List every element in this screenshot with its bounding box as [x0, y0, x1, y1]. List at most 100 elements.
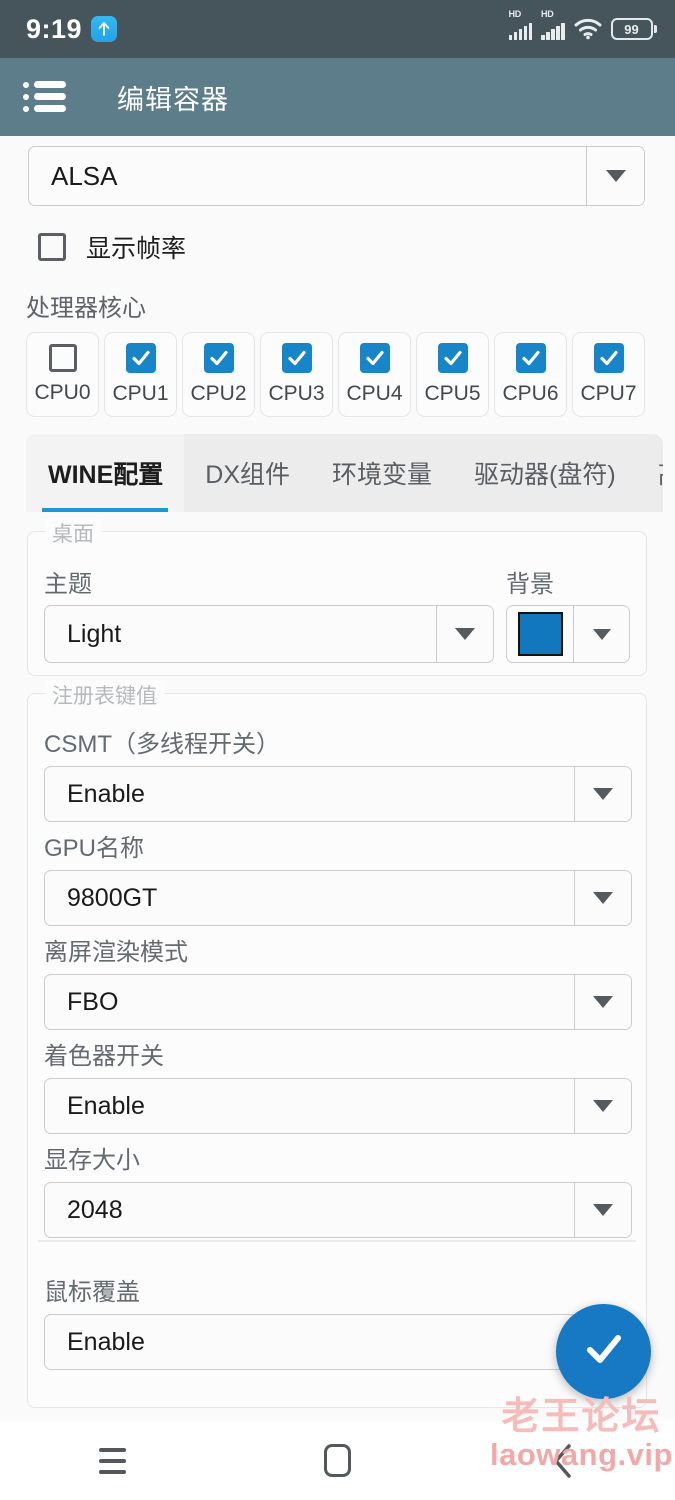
battery-icon: 99	[610, 18, 657, 40]
nav-back-button[interactable]	[518, 1421, 608, 1500]
chevron-down-icon[interactable]	[436, 606, 493, 662]
chevron-down-icon[interactable]	[574, 871, 631, 925]
cpu-cores-heading: 处理器核心	[26, 295, 146, 322]
background-field: 背景	[506, 564, 630, 663]
cpu-core-item[interactable]: CPU4	[338, 332, 411, 417]
cpu-core-item[interactable]: CPU2	[182, 332, 255, 417]
desktop-group: 桌面 主题 Light 背景	[27, 518, 647, 676]
status-clock: 9:19	[26, 13, 83, 44]
audio-driver-value: ALSA	[51, 160, 118, 191]
shader-switch-label: 着色器开关	[44, 1043, 164, 1070]
cpu-core-label: CPU0	[34, 381, 91, 404]
chevron-down-icon[interactable]	[574, 1079, 631, 1133]
chevron-down-icon[interactable]	[586, 147, 644, 205]
chevron-down-icon[interactable]	[574, 767, 631, 821]
chevron-down-icon[interactable]	[574, 975, 631, 1029]
shader-switch-field: 着色器开关 Enable	[44, 1036, 632, 1134]
gpu-name-value: 9800GT	[67, 883, 158, 912]
signal-icon-sim2: HD	[541, 9, 565, 40]
show-fps-checkbox[interactable]	[38, 233, 66, 261]
registry-group-legend: 注册表键值	[45, 680, 164, 710]
cpu4-checkbox[interactable]	[359, 343, 390, 373]
cpu-core-item[interactable]: CPU5	[416, 332, 489, 417]
csmt-value: Enable	[67, 779, 145, 808]
offscreen-render-value: FBO	[67, 987, 119, 1016]
offscreen-render-select[interactable]: FBO	[44, 974, 632, 1030]
signal-icon-sim1: HD	[508, 9, 532, 40]
check-icon	[578, 1323, 630, 1380]
shader-switch-select[interactable]: Enable	[44, 1078, 632, 1134]
cpu-core-item[interactable]: CPU0	[26, 332, 99, 417]
registry-group: 注册表键值 CSMT（多线程开关） Enable GPU名称 9800GT 离屏…	[27, 680, 647, 1408]
chevron-down-icon[interactable]	[574, 1183, 631, 1237]
cpu-core-label: CPU2	[190, 382, 247, 405]
arrow-up-icon	[91, 16, 118, 42]
cpu-core-label: CPU1	[112, 382, 169, 405]
nav-recents-button[interactable]	[68, 1421, 158, 1500]
status-bar: 9:19 HD HD 99	[0, 0, 675, 58]
desktop-group-row: 主题 Light 背景	[44, 564, 630, 663]
home-square-icon	[324, 1444, 351, 1477]
show-fps-row[interactable]: 显示帧率	[38, 229, 186, 265]
show-fps-label: 显示帧率	[86, 235, 187, 263]
cpu1-checkbox[interactable]	[125, 343, 156, 373]
shader-switch-value: Enable	[67, 1091, 145, 1120]
cpu6-checkbox[interactable]	[515, 343, 546, 373]
cpu-core-label: CPU6	[502, 382, 559, 405]
vram-size-select[interactable]: 2048	[44, 1182, 632, 1238]
android-nav-bar	[0, 1421, 675, 1500]
cpu5-checkbox[interactable]	[437, 343, 468, 373]
cpu-core-label: CPU5	[424, 382, 481, 405]
cpu-core-label: CPU4	[346, 382, 403, 405]
gpu-name-field: GPU名称 9800GT	[44, 828, 632, 926]
status-bar-right: HD HD 99	[508, 9, 657, 40]
cpu-core-item[interactable]: CPU3	[260, 332, 333, 417]
theme-select[interactable]: Light	[44, 605, 494, 663]
cpu3-checkbox[interactable]	[281, 343, 312, 373]
cpu0-checkbox[interactable]	[48, 344, 77, 372]
theme-field: 主题 Light	[44, 564, 494, 663]
mouse-overlay-value: Enable	[67, 1327, 145, 1356]
tab-dx-components[interactable]: DX组件	[184, 434, 311, 512]
theme-value: Light	[67, 619, 122, 648]
offscreen-render-label: 离屏渲染模式	[44, 939, 188, 966]
csmt-field: CSMT（多线程开关） Enable	[44, 724, 632, 822]
page-title: 编辑容器	[117, 84, 229, 115]
cpu-core-item[interactable]: CPU6	[494, 332, 567, 417]
cpu-core-label: CPU3	[268, 382, 325, 405]
save-fab-button[interactable]	[556, 1304, 651, 1399]
settings-tab-bar[interactable]: WINE配置 DX组件 环境变量 驱动器(盘符) 高	[26, 434, 663, 512]
background-color-picker[interactable]	[506, 605, 630, 663]
cpu2-checkbox[interactable]	[203, 343, 234, 373]
chevron-down-icon[interactable]	[573, 606, 629, 662]
gpu-name-select[interactable]: 9800GT	[44, 870, 632, 926]
cpu-core-item[interactable]: CPU7	[572, 332, 645, 417]
vram-size-value: 2048	[67, 1195, 123, 1224]
mouse-overlay-select[interactable]: Enable	[44, 1314, 632, 1370]
settings-scroll-area[interactable]: ALSA 显示帧率 处理器核心 CPU0 CPU1 CPU2 CPU3 CPU4…	[0, 136, 675, 1421]
audio-driver-select[interactable]: ALSA	[28, 146, 645, 206]
offscreen-render-field: 离屏渲染模式 FBO	[44, 932, 632, 1030]
tab-wine-config[interactable]: WINE配置	[26, 434, 185, 512]
phone-screen: 9:19 HD HD 99 编辑容器 ALSA 显示帧率 处理器核心 CPU0 …	[0, 0, 675, 1500]
list-menu-icon[interactable]	[23, 78, 69, 116]
desktop-group-legend: 桌面	[45, 518, 101, 548]
csmt-select[interactable]: Enable	[44, 766, 632, 822]
tab-advanced[interactable]: 高	[637, 434, 663, 512]
chevron-left-icon	[550, 1442, 576, 1480]
cpu-core-item[interactable]: CPU1	[104, 332, 177, 417]
cpu-cores-row: CPU0 CPU1 CPU2 CPU3 CPU4 CPU5 CPU6 CPU7	[26, 332, 645, 417]
tab-drives[interactable]: 驱动器(盘符)	[453, 434, 637, 512]
cpu7-checkbox[interactable]	[593, 343, 624, 373]
background-label: 背景	[506, 571, 554, 598]
cpu-core-label: CPU7	[580, 382, 637, 405]
nav-home-button[interactable]	[293, 1421, 383, 1500]
background-color-swatch[interactable]	[517, 612, 563, 656]
background-swatch-wrap[interactable]	[507, 606, 573, 662]
registry-divider	[38, 1240, 636, 1242]
csmt-label: CSMT（多线程开关）	[44, 731, 280, 758]
wifi-icon	[574, 18, 602, 40]
tab-environment-variables[interactable]: 环境变量	[311, 434, 453, 512]
mouse-overlay-label: 鼠标覆盖	[44, 1279, 140, 1306]
battery-level: 99	[624, 21, 639, 37]
